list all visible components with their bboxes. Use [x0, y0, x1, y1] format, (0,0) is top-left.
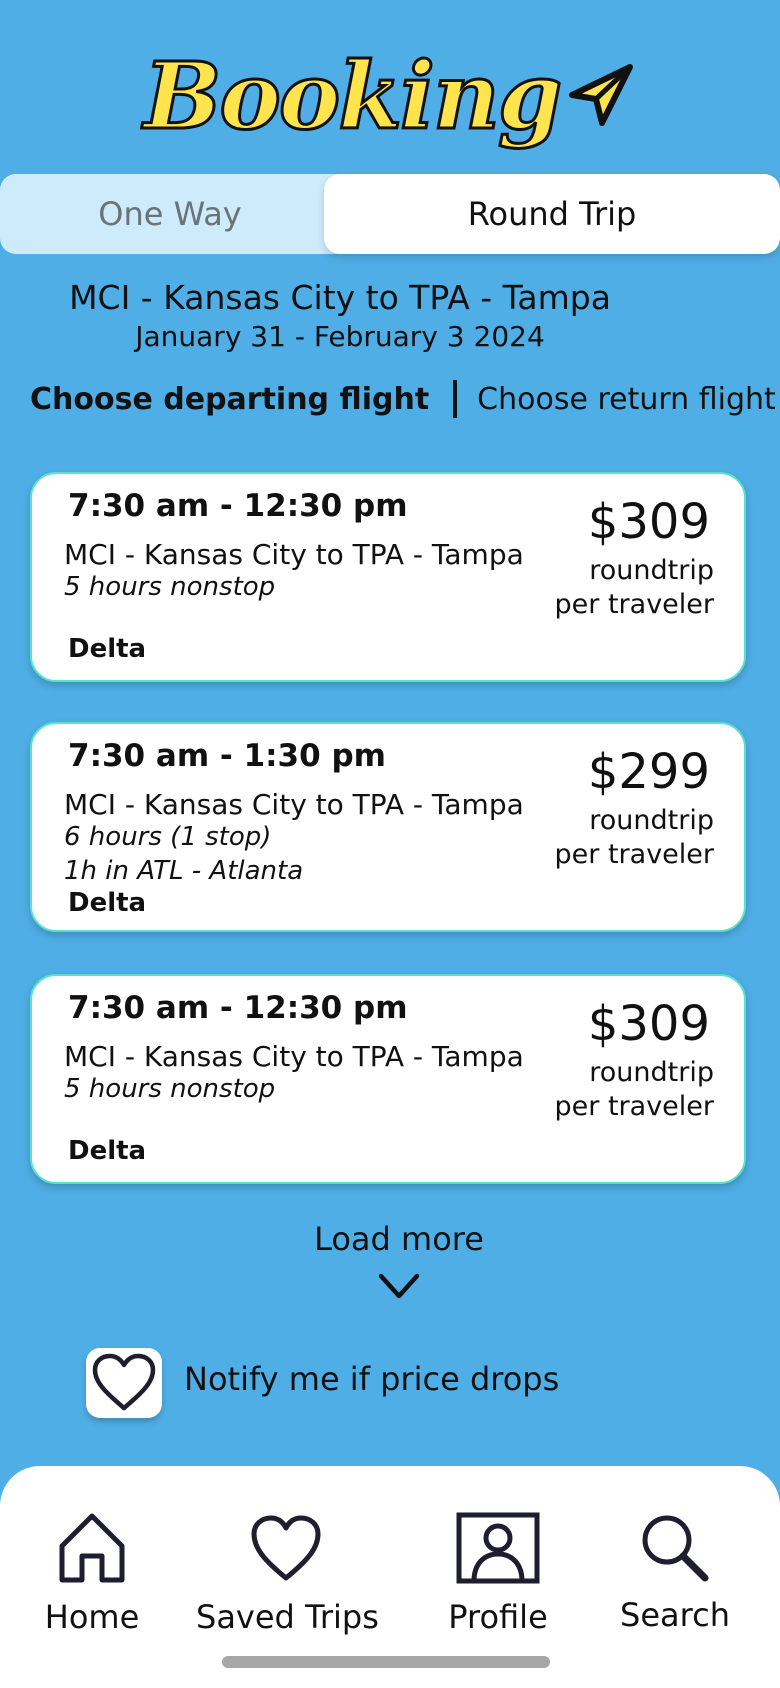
- flight-card[interactable]: 7:30 am - 1:30 pm MCI - Kansas City to T…: [30, 722, 746, 932]
- price-type: roundtrip: [589, 1057, 714, 1088]
- flight-card[interactable]: 7:30 am - 12:30 pm MCI - Kansas City to …: [30, 974, 746, 1184]
- flight-price: $299: [587, 744, 710, 800]
- nav-home-label: Home: [44, 1598, 140, 1636]
- flight-airline: Delta: [68, 888, 147, 918]
- price-type: roundtrip: [589, 805, 714, 836]
- flight-price-note: roundtrip per traveler: [555, 554, 714, 622]
- flight-time: 7:30 am - 1:30 pm: [68, 738, 386, 774]
- step-departing[interactable]: Choose departing flight: [30, 382, 429, 417]
- flight-duration: 5 hours nonstop: [64, 1074, 276, 1104]
- nav-search[interactable]: Search: [612, 1466, 738, 1666]
- bottom-nav: Home Saved Trips Profile Search: [0, 1466, 780, 1688]
- flight-duration: 5 hours nonstop: [64, 572, 276, 602]
- nav-profile[interactable]: Profile: [436, 1466, 560, 1666]
- nav-search-label: Search: [620, 1596, 730, 1634]
- flight-route: MCI - Kansas City to TPA - Tampa: [64, 1040, 524, 1073]
- user-icon: [456, 1512, 540, 1584]
- flight-route: MCI - Kansas City to TPA - Tampa: [64, 788, 524, 821]
- flight-airline: Delta: [68, 1136, 147, 1166]
- flight-price: $309: [587, 494, 710, 550]
- flight-airline: Delta: [68, 634, 147, 664]
- paper-plane-icon: [569, 64, 634, 126]
- flight-steps: Choose departing flight Choose return fl…: [30, 380, 776, 418]
- price-basis: per traveler: [554, 589, 714, 620]
- search-icon: [642, 1515, 709, 1582]
- flight-price-note: roundtrip per traveler: [555, 1056, 714, 1124]
- flight-stop-detail: 1h in ATL - Atlanta: [64, 856, 304, 886]
- nav-saved-trips-label: Saved Trips: [196, 1598, 379, 1636]
- chevron-down-icon[interactable]: [378, 1272, 420, 1302]
- step-divider: [453, 380, 458, 418]
- home-indicator[interactable]: [222, 1656, 550, 1668]
- heart-icon: [251, 1515, 321, 1581]
- price-basis: per traveler: [554, 1091, 714, 1122]
- notify-label[interactable]: Notify me if price drops: [184, 1360, 559, 1398]
- heart-icon: [92, 1353, 156, 1411]
- trip-route: MCI - Kansas City to TPA - Tampa: [69, 278, 611, 317]
- nav-saved-trips[interactable]: Saved Trips: [196, 1466, 379, 1666]
- logo-text: Booking: [142, 42, 563, 150]
- tab-one-way[interactable]: One Way: [0, 174, 340, 254]
- trip-type-toggle: One Way Round Trip: [0, 174, 780, 254]
- flight-route: MCI - Kansas City to TPA - Tampa: [64, 538, 524, 571]
- flight-time: 7:30 am - 12:30 pm: [68, 488, 408, 524]
- flight-duration: 6 hours (1 stop): [64, 822, 272, 852]
- price-basis: per traveler: [554, 839, 714, 870]
- flight-price: $309: [587, 996, 710, 1052]
- price-type: roundtrip: [589, 555, 714, 586]
- flight-price-note: roundtrip per traveler: [555, 804, 714, 872]
- nav-profile-label: Profile: [448, 1598, 548, 1636]
- load-more-button[interactable]: Load more: [0, 1220, 780, 1258]
- notify-checkbox[interactable]: [86, 1348, 162, 1418]
- trip-dates: January 31 - February 3 2024: [135, 320, 545, 353]
- app-logo: Booking: [0, 42, 780, 150]
- tab-round-trip[interactable]: Round Trip: [324, 174, 780, 254]
- flight-card[interactable]: 7:30 am - 12:30 pm MCI - Kansas City to …: [30, 472, 746, 682]
- flight-time: 7:30 am - 12:30 pm: [68, 990, 408, 1026]
- step-return[interactable]: Choose return flight: [477, 382, 776, 417]
- nav-home[interactable]: Home: [32, 1466, 152, 1666]
- home-icon: [59, 1513, 125, 1583]
